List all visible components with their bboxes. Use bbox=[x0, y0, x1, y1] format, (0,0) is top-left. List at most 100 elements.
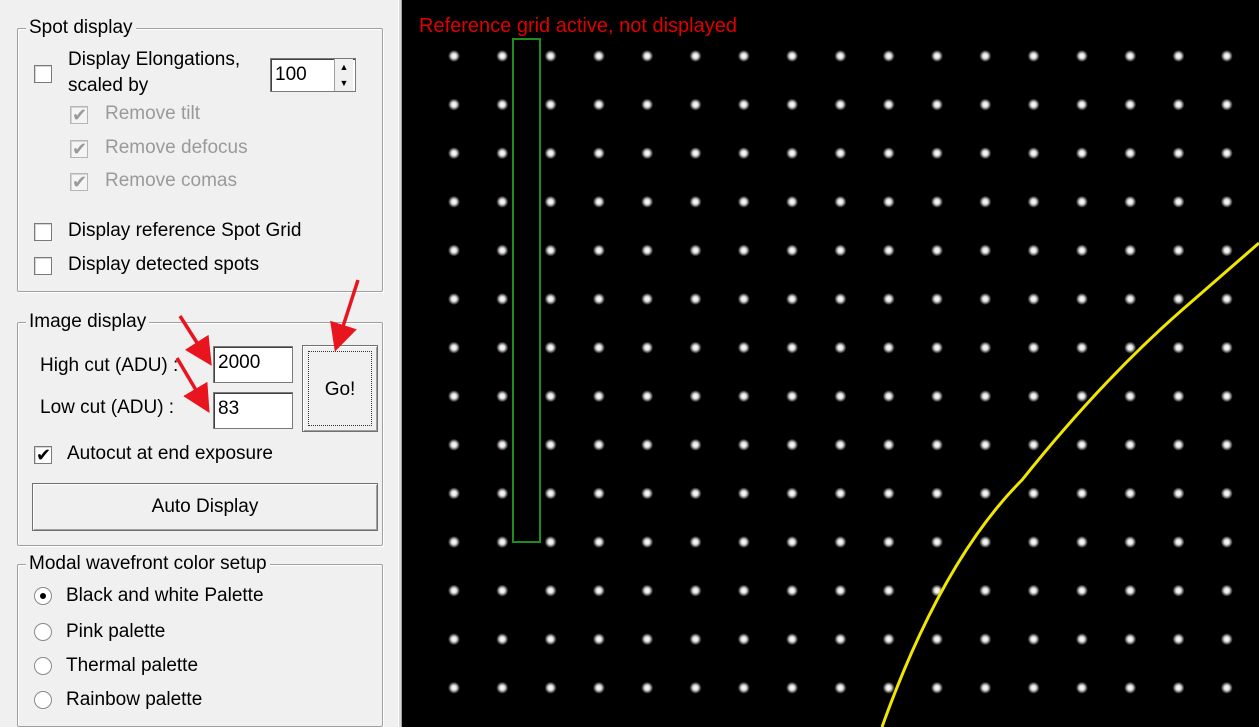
spot bbox=[448, 390, 460, 403]
spot bbox=[931, 293, 943, 305]
spot bbox=[592, 633, 605, 646]
spot bbox=[1027, 390, 1040, 403]
spot bbox=[882, 293, 895, 305]
spot bbox=[1124, 98, 1137, 111]
spot bbox=[1124, 244, 1137, 257]
spot bbox=[448, 584, 460, 597]
spot bbox=[931, 341, 943, 354]
spot bbox=[1124, 438, 1137, 451]
spot bbox=[1220, 536, 1233, 548]
spot bbox=[592, 584, 605, 597]
spot bbox=[641, 98, 654, 111]
spot bbox=[448, 536, 460, 548]
remove-defocus-label: Remove defocus bbox=[105, 137, 248, 158]
checkmark-icon: ✔ bbox=[72, 139, 88, 159]
spot bbox=[834, 438, 847, 451]
spot bbox=[689, 293, 702, 305]
spot bbox=[592, 98, 605, 111]
spin-up-icon[interactable]: ▲ bbox=[335, 59, 353, 75]
spot bbox=[1075, 438, 1088, 451]
spot bbox=[544, 50, 557, 62]
spot bbox=[931, 536, 943, 548]
spot bbox=[448, 341, 460, 354]
spot bbox=[979, 98, 992, 111]
spot bbox=[496, 341, 509, 354]
scale-spin-buttons[interactable]: ▲ ▼ bbox=[334, 59, 353, 91]
detected-spots-label: Display detected spots bbox=[68, 254, 260, 275]
spot bbox=[448, 633, 460, 646]
reference-grid-checkbox[interactable] bbox=[34, 223, 52, 241]
spot bbox=[1075, 584, 1088, 597]
spot bbox=[496, 633, 509, 646]
spot bbox=[882, 147, 895, 160]
spot bbox=[641, 293, 654, 305]
spot bbox=[834, 633, 847, 646]
radio-rainbow[interactable] bbox=[34, 691, 52, 709]
scale-spinbox[interactable]: 100 ▲ ▼ bbox=[270, 58, 356, 92]
spot bbox=[931, 244, 943, 257]
spot bbox=[689, 341, 702, 354]
display-elongations-checkbox[interactable] bbox=[34, 65, 52, 83]
spot bbox=[979, 341, 992, 354]
detected-spots-checkbox[interactable] bbox=[34, 257, 52, 275]
spot bbox=[1220, 147, 1233, 160]
option-rainbow-label: Rainbow palette bbox=[66, 689, 203, 710]
spot bbox=[834, 536, 847, 548]
spot bbox=[641, 536, 654, 548]
wavefront-image-view[interactable]: Reference grid active, not displayed bbox=[402, 0, 1259, 727]
spot bbox=[882, 195, 895, 208]
spot bbox=[1027, 487, 1040, 500]
remove-defocus-checkbox[interactable]: ✔ bbox=[70, 139, 88, 159]
go-button[interactable]: Go! bbox=[302, 345, 378, 432]
spot bbox=[689, 195, 702, 208]
spot bbox=[641, 147, 654, 160]
spot bbox=[882, 584, 895, 597]
spot bbox=[1172, 98, 1185, 111]
remove-comas-checkbox[interactable]: ✔ bbox=[70, 172, 88, 192]
spot bbox=[544, 293, 557, 305]
spot bbox=[979, 584, 992, 597]
radio-thermal[interactable] bbox=[34, 657, 52, 675]
high-cut-input[interactable]: 2000 bbox=[213, 346, 293, 383]
spot bbox=[544, 487, 557, 500]
spot bbox=[1172, 244, 1185, 257]
spot bbox=[882, 536, 895, 548]
spot bbox=[544, 244, 557, 257]
spot bbox=[1172, 50, 1185, 62]
spot-display-title: Spot display bbox=[26, 16, 136, 40]
spot bbox=[1075, 487, 1088, 500]
spot bbox=[641, 487, 654, 500]
modal-wavefront-title: Modal wavefront color setup bbox=[26, 552, 270, 576]
spin-down-icon[interactable]: ▼ bbox=[335, 75, 353, 91]
radio-black-white[interactable] bbox=[34, 587, 52, 605]
spot bbox=[834, 293, 847, 305]
spot bbox=[1075, 390, 1088, 403]
autocut-checkbox[interactable]: ✔ bbox=[34, 445, 52, 465]
spot bbox=[882, 681, 895, 694]
spot bbox=[689, 244, 702, 257]
roi-rectangle[interactable] bbox=[512, 38, 541, 543]
spot bbox=[689, 390, 702, 403]
spot bbox=[786, 98, 799, 111]
remove-comas-label: Remove comas bbox=[105, 170, 237, 191]
spot bbox=[448, 147, 460, 160]
remove-tilt-checkbox[interactable]: ✔ bbox=[70, 105, 88, 125]
spot bbox=[544, 681, 557, 694]
spot bbox=[1027, 536, 1040, 548]
spot bbox=[592, 147, 605, 160]
low-cut-input[interactable]: 83 bbox=[213, 392, 293, 429]
spot bbox=[834, 98, 847, 111]
auto-display-button[interactable]: Auto Display bbox=[32, 483, 378, 531]
spot bbox=[641, 438, 654, 451]
spot bbox=[1124, 536, 1137, 548]
spot bbox=[737, 195, 750, 208]
spot bbox=[786, 244, 799, 257]
spot bbox=[1172, 487, 1185, 500]
spot bbox=[979, 633, 992, 646]
spot bbox=[786, 584, 799, 597]
option-pink-label: Pink palette bbox=[66, 621, 166, 642]
spot bbox=[1172, 147, 1185, 160]
radio-pink[interactable] bbox=[34, 623, 52, 641]
spot bbox=[882, 341, 895, 354]
spot bbox=[979, 195, 992, 208]
